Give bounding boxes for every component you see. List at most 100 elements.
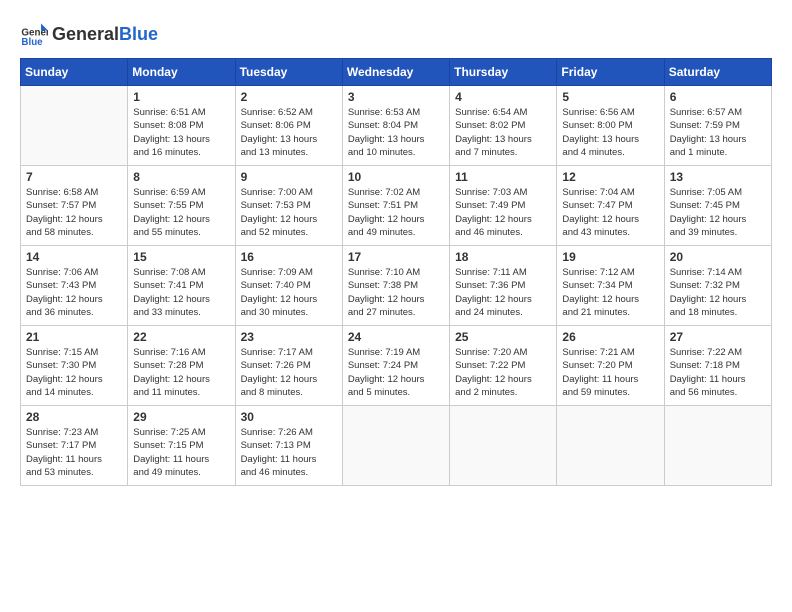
week-row-4: 21 Sunrise: 7:15 AM Sunset: 7:30 PM Dayli… (21, 326, 772, 406)
calendar-cell: 18 Sunrise: 7:11 AM Sunset: 7:36 PM Dayli… (450, 246, 557, 326)
calendar-cell: 20 Sunrise: 7:14 AM Sunset: 7:32 PM Dayli… (664, 246, 771, 326)
day-info: Sunrise: 7:00 AM Sunset: 7:53 PM Dayligh… (241, 186, 337, 239)
calendar-cell: 28 Sunrise: 7:23 AM Sunset: 7:17 PM Dayli… (21, 406, 128, 486)
calendar-cell: 13Sunrise: 7:05 AM Sunset: 7:45 PM Dayli… (664, 166, 771, 246)
calendar-cell: 19 Sunrise: 7:12 AM Sunset: 7:34 PM Dayli… (557, 246, 664, 326)
day-info: Sunrise: 7:20 AM Sunset: 7:22 PM Dayligh… (455, 346, 551, 399)
day-header-saturday: Saturday (664, 59, 771, 86)
day-info: Sunrise: 6:58 AM Sunset: 7:57 PM Dayligh… (26, 186, 122, 239)
day-number: 8 (133, 170, 229, 184)
calendar-cell: 17 Sunrise: 7:10 AM Sunset: 7:38 PM Dayli… (342, 246, 449, 326)
day-info: Sunrise: 7:10 AM Sunset: 7:38 PM Dayligh… (348, 266, 444, 319)
calendar-cell: 4 Sunrise: 6:54 AM Sunset: 8:02 PM Daylig… (450, 86, 557, 166)
calendar-cell: 22 Sunrise: 7:16 AM Sunset: 7:28 PM Dayli… (128, 326, 235, 406)
day-number: 27 (670, 330, 766, 344)
calendar-cell (557, 406, 664, 486)
day-number: 5 (562, 90, 658, 104)
day-number: 18 (455, 250, 551, 264)
day-info: Sunrise: 6:52 AM Sunset: 8:06 PM Dayligh… (241, 106, 337, 159)
day-info: Sunrise: 7:16 AM Sunset: 7:28 PM Dayligh… (133, 346, 229, 399)
day-number: 16 (241, 250, 337, 264)
day-number: 13 (670, 170, 766, 184)
calendar-cell: 29 Sunrise: 7:25 AM Sunset: 7:15 PM Dayli… (128, 406, 235, 486)
calendar-cell (21, 86, 128, 166)
calendar-cell: 12 Sunrise: 7:04 AM Sunset: 7:47 PM Dayli… (557, 166, 664, 246)
week-row-2: 7 Sunrise: 6:58 AM Sunset: 7:57 PM Daylig… (21, 166, 772, 246)
day-info: Sunrise: 7:04 AM Sunset: 7:47 PM Dayligh… (562, 186, 658, 239)
day-info: Sunrise: 6:57 AM Sunset: 7:59 PM Dayligh… (670, 106, 766, 159)
calendar-cell (342, 406, 449, 486)
day-info: Sunrise: 7:19 AM Sunset: 7:24 PM Dayligh… (348, 346, 444, 399)
day-info: Sunrise: 7:06 AM Sunset: 7:43 PM Dayligh… (26, 266, 122, 319)
calendar-cell (450, 406, 557, 486)
day-info: Sunrise: 7:03 AM Sunset: 7:49 PM Dayligh… (455, 186, 551, 239)
calendar-cell (664, 406, 771, 486)
day-number: 25 (455, 330, 551, 344)
day-info: Sunrise: 7:23 AM Sunset: 7:17 PM Dayligh… (26, 426, 122, 479)
calendar-header-row: SundayMondayTuesdayWednesdayThursdayFrid… (21, 59, 772, 86)
day-info: Sunrise: 6:53 AM Sunset: 8:04 PM Dayligh… (348, 106, 444, 159)
logo-icon: General Blue (20, 20, 48, 48)
svg-text:Blue: Blue (21, 37, 43, 48)
day-number: 24 (348, 330, 444, 344)
calendar-cell: 7 Sunrise: 6:58 AM Sunset: 7:57 PM Daylig… (21, 166, 128, 246)
day-info: Sunrise: 7:22 AM Sunset: 7:18 PM Dayligh… (670, 346, 766, 399)
day-number: 29 (133, 410, 229, 424)
day-number: 10 (348, 170, 444, 184)
day-number: 23 (241, 330, 337, 344)
day-number: 22 (133, 330, 229, 344)
day-info: Sunrise: 7:02 AM Sunset: 7:51 PM Dayligh… (348, 186, 444, 239)
calendar-table: SundayMondayTuesdayWednesdayThursdayFrid… (20, 58, 772, 486)
week-row-3: 14 Sunrise: 7:06 AM Sunset: 7:43 PM Dayli… (21, 246, 772, 326)
day-header-sunday: Sunday (21, 59, 128, 86)
day-info: Sunrise: 6:51 AM Sunset: 8:08 PM Dayligh… (133, 106, 229, 159)
day-number: 30 (241, 410, 337, 424)
day-number: 19 (562, 250, 658, 264)
day-info: Sunrise: 7:26 AM Sunset: 7:13 PM Dayligh… (241, 426, 337, 479)
day-number: 21 (26, 330, 122, 344)
calendar-cell: 23 Sunrise: 7:17 AM Sunset: 7:26 PM Dayli… (235, 326, 342, 406)
logo-general: General (52, 24, 119, 44)
day-number: 12 (562, 170, 658, 184)
day-number: 9 (241, 170, 337, 184)
week-row-1: 1 Sunrise: 6:51 AM Sunset: 8:08 PM Daylig… (21, 86, 772, 166)
day-number: 14 (26, 250, 122, 264)
week-row-5: 28 Sunrise: 7:23 AM Sunset: 7:17 PM Dayli… (21, 406, 772, 486)
day-number: 2 (241, 90, 337, 104)
calendar-body: 1 Sunrise: 6:51 AM Sunset: 8:08 PM Daylig… (21, 86, 772, 486)
day-info: Sunrise: 7:11 AM Sunset: 7:36 PM Dayligh… (455, 266, 551, 319)
calendar-cell: 21 Sunrise: 7:15 AM Sunset: 7:30 PM Dayli… (21, 326, 128, 406)
day-number: 20 (670, 250, 766, 264)
calendar-cell: 9 Sunrise: 7:00 AM Sunset: 7:53 PM Daylig… (235, 166, 342, 246)
calendar-cell: 15Sunrise: 7:08 AM Sunset: 7:41 PM Dayli… (128, 246, 235, 326)
day-number: 17 (348, 250, 444, 264)
day-info: Sunrise: 6:59 AM Sunset: 7:55 PM Dayligh… (133, 186, 229, 239)
day-number: 28 (26, 410, 122, 424)
day-info: Sunrise: 7:17 AM Sunset: 7:26 PM Dayligh… (241, 346, 337, 399)
day-info: Sunrise: 7:12 AM Sunset: 7:34 PM Dayligh… (562, 266, 658, 319)
day-number: 1 (133, 90, 229, 104)
calendar-cell: 27 Sunrise: 7:22 AM Sunset: 7:18 PM Dayli… (664, 326, 771, 406)
logo: General Blue GeneralBlue (20, 20, 158, 48)
day-info: Sunrise: 7:25 AM Sunset: 7:15 PM Dayligh… (133, 426, 229, 479)
calendar-cell: 2 Sunrise: 6:52 AM Sunset: 8:06 PM Daylig… (235, 86, 342, 166)
day-info: Sunrise: 6:56 AM Sunset: 8:00 PM Dayligh… (562, 106, 658, 159)
day-number: 3 (348, 90, 444, 104)
calendar-cell: 10 Sunrise: 7:02 AM Sunset: 7:51 PM Dayli… (342, 166, 449, 246)
calendar-cell: 11 Sunrise: 7:03 AM Sunset: 7:49 PM Dayli… (450, 166, 557, 246)
day-number: 11 (455, 170, 551, 184)
calendar-cell: 16Sunrise: 7:09 AM Sunset: 7:40 PM Dayli… (235, 246, 342, 326)
calendar-cell: 5 Sunrise: 6:56 AM Sunset: 8:00 PM Daylig… (557, 86, 664, 166)
day-number: 15 (133, 250, 229, 264)
calendar-cell: 24 Sunrise: 7:19 AM Sunset: 7:24 PM Dayli… (342, 326, 449, 406)
day-info: Sunrise: 7:14 AM Sunset: 7:32 PM Dayligh… (670, 266, 766, 319)
logo-blue: Blue (119, 24, 158, 44)
day-number: 4 (455, 90, 551, 104)
calendar-cell: 25 Sunrise: 7:20 AM Sunset: 7:22 PM Dayli… (450, 326, 557, 406)
day-info: Sunrise: 6:54 AM Sunset: 8:02 PM Dayligh… (455, 106, 551, 159)
day-header-monday: Monday (128, 59, 235, 86)
day-header-wednesday: Wednesday (342, 59, 449, 86)
day-info: Sunrise: 7:15 AM Sunset: 7:30 PM Dayligh… (26, 346, 122, 399)
day-number: 7 (26, 170, 122, 184)
calendar-cell: 14 Sunrise: 7:06 AM Sunset: 7:43 PM Dayli… (21, 246, 128, 326)
